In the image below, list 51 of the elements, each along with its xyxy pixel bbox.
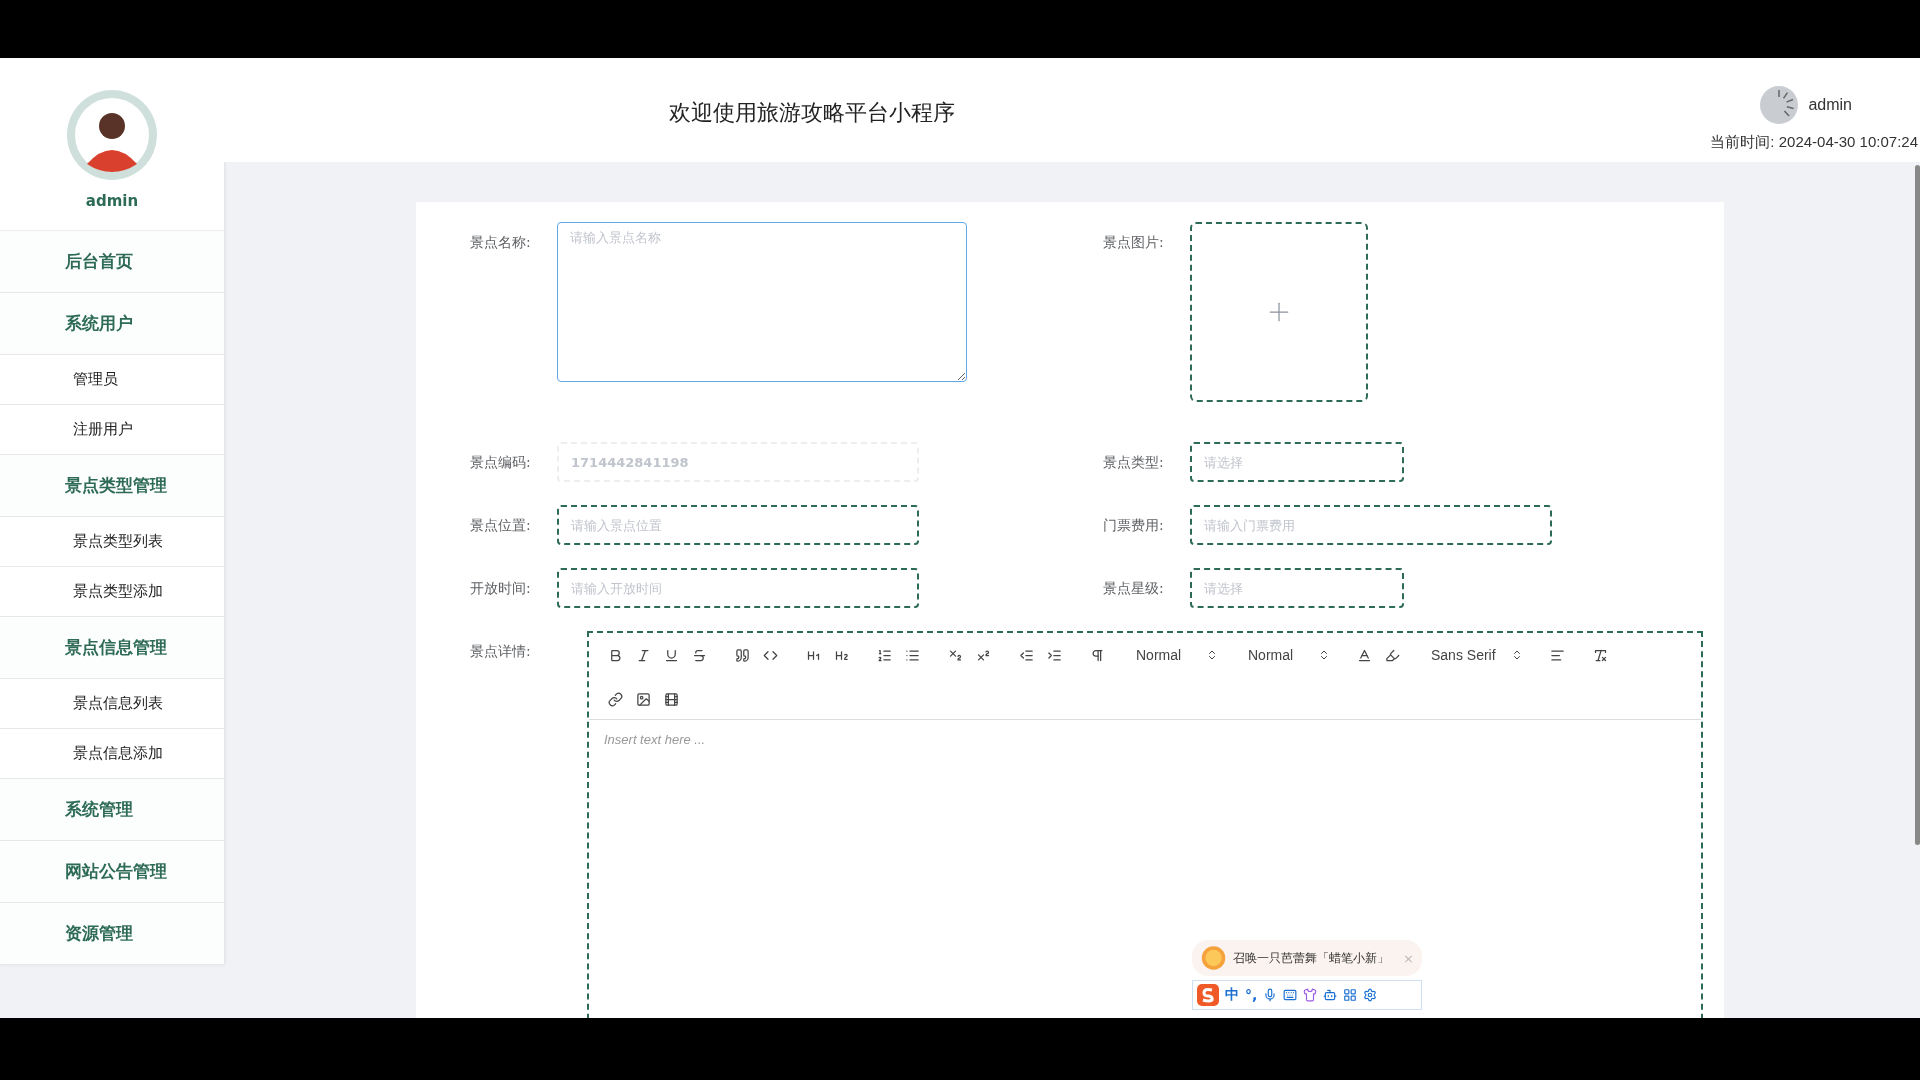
- sidebar-menu-item[interactable]: 景点信息列表: [0, 679, 224, 729]
- keyboard-icon[interactable]: [1283, 988, 1298, 1002]
- sidebar-username: admin: [85, 192, 139, 210]
- name-field[interactable]: 请输入景点名称: [557, 222, 967, 382]
- sidebar-menu-group[interactable]: 网站公告管理: [0, 841, 224, 903]
- mic-icon[interactable]: [1263, 988, 1278, 1002]
- field-label: 景点名称:: [470, 233, 532, 252]
- field-label: 门票费用:: [1103, 516, 1165, 535]
- page-title: 欢迎使用旅游攻略平台小程序: [669, 99, 955, 127]
- sidebar-menu-group[interactable]: 资源管理: [0, 903, 224, 965]
- grid-icon[interactable]: [1343, 988, 1358, 1002]
- ime-logo-icon[interactable]: [1197, 984, 1219, 1006]
- input-field[interactable]: 请输入景点位置: [557, 505, 919, 545]
- sidebar-menu-item[interactable]: 景点信息添加: [0, 729, 224, 779]
- shirt-icon[interactable]: [1303, 988, 1318, 1002]
- updown-caret-icon: [1511, 649, 1523, 661]
- sidebar-menu-group[interactable]: 后台首页: [0, 231, 224, 293]
- field-label: 开放时间:: [470, 579, 532, 598]
- updown-caret-icon: [1206, 649, 1218, 661]
- input-field[interactable]: 请输入开放时间: [557, 568, 919, 608]
- robot-icon[interactable]: [1323, 988, 1338, 1002]
- sidebar-menu-item[interactable]: 管理员: [0, 355, 224, 405]
- sidebar-menu-group[interactable]: 景点类型管理: [0, 455, 224, 517]
- sidebar-menu-group[interactable]: 系统管理: [0, 779, 224, 841]
- image-upload[interactable]: [1190, 222, 1368, 402]
- settings-icon[interactable]: [1363, 988, 1378, 1002]
- header-select[interactable]: Normal: [1126, 641, 1226, 669]
- field-label: 景点图片:: [1103, 233, 1165, 252]
- field-label: 景点详情:: [470, 642, 532, 661]
- sidebar-menu-item[interactable]: 景点类型添加: [0, 567, 224, 617]
- sidebar-menu-group[interactable]: 景点信息管理: [0, 617, 224, 679]
- current-time: 当前时间: 2024-04-30 10:07:24: [1710, 133, 1918, 152]
- field-label: 景点编码:: [470, 453, 532, 472]
- select-field[interactable]: 请选择: [1190, 568, 1404, 608]
- select-field[interactable]: 请选择: [1190, 442, 1404, 482]
- editor-placeholder: Insert text here ...: [603, 731, 707, 749]
- ime-punct[interactable]: °,: [1245, 987, 1258, 1003]
- sidebar-menu-item[interactable]: 注册用户: [0, 405, 224, 455]
- ime-mode[interactable]: 中: [1225, 986, 1239, 1004]
- font-select[interactable]: Sans Serif: [1421, 641, 1531, 669]
- ime-tip-text: 召唤一只芭蕾舞「蜡笔小新」: [1233, 949, 1390, 967]
- field-label: 景点位置:: [470, 516, 532, 535]
- user-avatar-icon: [1760, 86, 1799, 124]
- updown-caret-icon: [1318, 649, 1330, 661]
- sun-icon: [1200, 943, 1228, 973]
- sidebar-menu-group[interactable]: 系统用户: [0, 293, 224, 355]
- header-username: admin: [1808, 96, 1852, 114]
- size-select[interactable]: Normal: [1238, 641, 1338, 669]
- field-label: 景点类型:: [1103, 453, 1165, 472]
- sidebar-menu-item[interactable]: 景点类型列表: [0, 517, 224, 567]
- field-label: 景点星级:: [1103, 579, 1165, 598]
